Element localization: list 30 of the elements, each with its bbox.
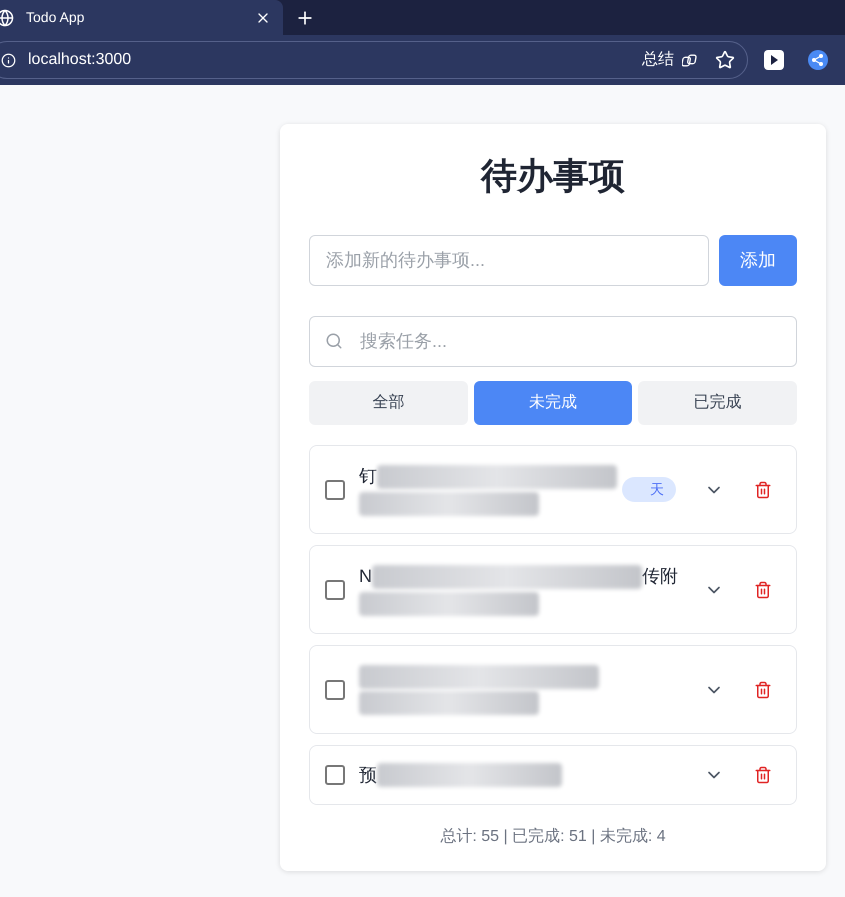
todo-text: 预 — [359, 764, 377, 786]
search-field[interactable]: 搜索任务... — [309, 316, 797, 367]
todo-stats: 总计: 55 | 已完成: 51 | 未完成: 4 — [439, 826, 667, 847]
globe-icon — [0, 8, 14, 26]
delete-icon[interactable] — [754, 580, 772, 598]
tab-title: Todo App — [26, 8, 86, 27]
address-text: localhost:3000 — [28, 50, 132, 70]
filter-tab[interactable]: 全部 — [309, 381, 468, 425]
todo-checkbox[interactable] — [325, 480, 345, 500]
new-todo-input[interactable]: 添加新的待办事项... — [309, 235, 709, 286]
todo-text: N — [359, 565, 372, 588]
delete-icon[interactable] — [754, 480, 772, 498]
summary-label[interactable]: 总结 — [642, 48, 674, 72]
todo-checkbox[interactable] — [325, 680, 345, 700]
delete-icon[interactable] — [754, 766, 772, 784]
page-title: 待办事项 — [479, 154, 626, 198]
share-icon[interactable] — [808, 50, 828, 70]
todo-text: 钉 — [359, 465, 377, 488]
star-icon[interactable] — [715, 50, 735, 70]
todo-checkbox[interactable] — [325, 580, 345, 600]
todo-checkbox[interactable] — [325, 765, 345, 785]
info-icon — [1, 52, 16, 68]
search-icon — [325, 332, 343, 350]
todo-text: 传附 — [642, 565, 678, 588]
filter-tab[interactable]: 已完成 — [638, 381, 797, 425]
todo-badge: 天 — [622, 477, 676, 502]
browser-tab[interactable]: Todo App — [0, 0, 283, 35]
extension-icon[interactable] — [764, 50, 784, 70]
address-bar[interactable]: localhost:3000 总结 — [0, 41, 748, 79]
delete-icon[interactable] — [754, 680, 772, 698]
